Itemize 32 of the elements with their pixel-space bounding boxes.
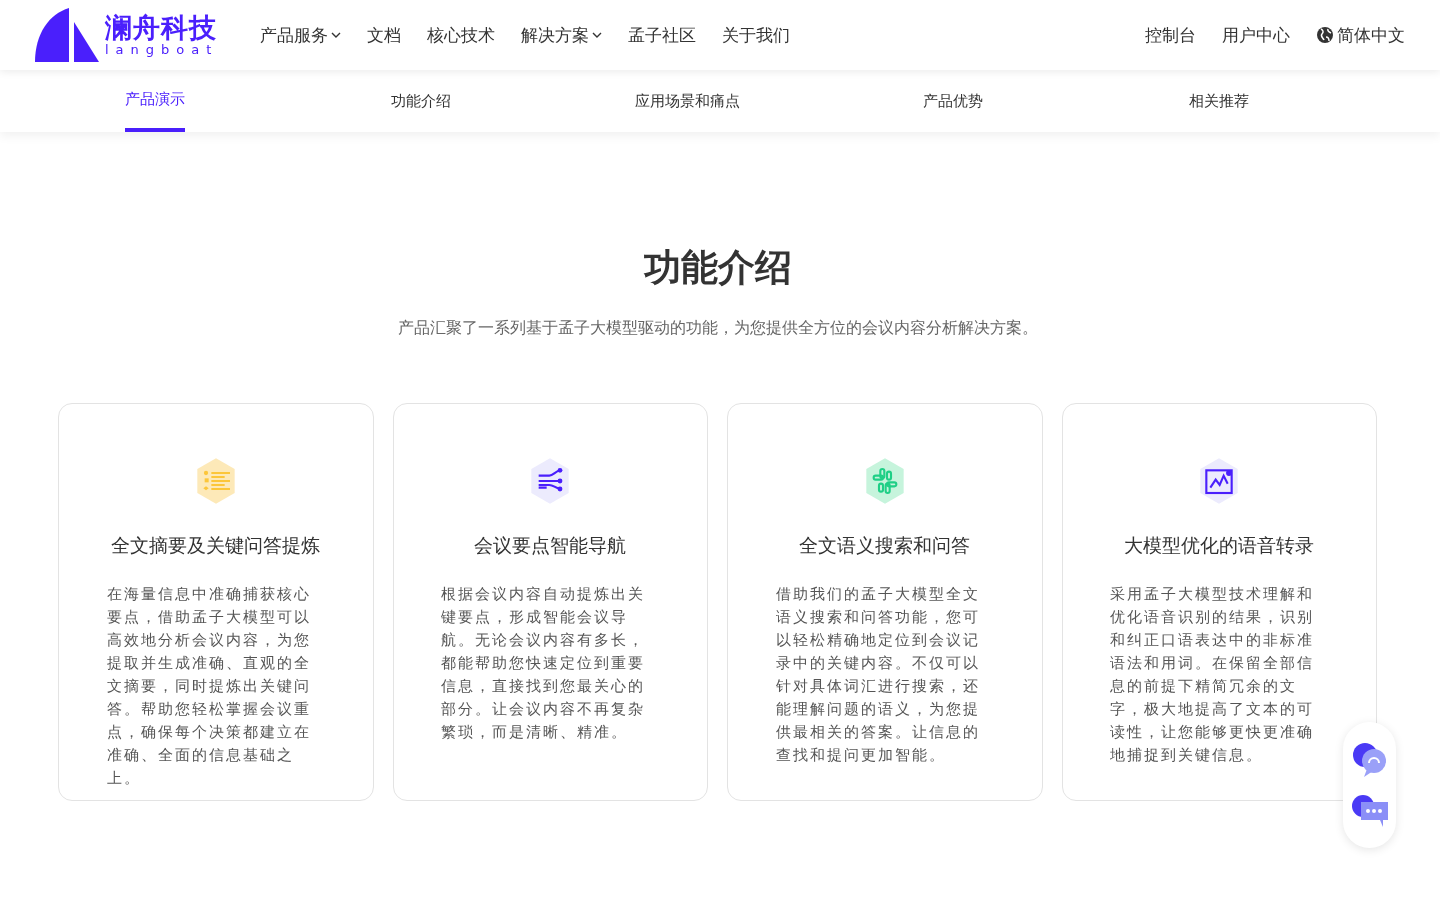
card-title: 全文语义搜索和问答: [799, 533, 971, 558]
header-link[interactable]: 控制台: [1145, 23, 1196, 47]
section-tab[interactable]: 产品优势: [923, 70, 983, 132]
section-tab[interactable]: 产品演示: [125, 70, 185, 132]
nav-link[interactable]: 关于我们: [722, 23, 791, 47]
nav-link[interactable]: 产品服务: [260, 23, 342, 47]
card-description: 借助我们的孟子大模型全文语义搜索和问答功能，您可以轻松精确地定位到会议记录中的关键内容。不仅可以针对具体词汇进行搜索，还能理解问题的语义，为您提供最相关的答案。让信息的查找和提问更加智能。: [775, 585, 981, 765]
nav-link[interactable]: 解决方案: [521, 23, 603, 47]
section-title: 功能介绍: [642, 245, 793, 291]
nav-link[interactable]: 孟子社区: [628, 23, 697, 47]
card-description: 采用孟子大模型技术理解和优化语音识别的结果，识别和纠正口语表达中的非标准语法和用词。在保留全部信息的前提下精简冗余的文字，极大地提高了文本的可读性，让您能够更快更准确地捕捉到关键信息。: [1110, 585, 1316, 765]
language-link[interactable]: 简体中文: [1316, 23, 1405, 47]
chevron-down-icon: [331, 32, 342, 38]
card-description: 根据会议内容自动提炼出关键要点，形成智能会议导航。无论会议内容有多长，都能帮助您快速定位到重要信息，直接找到您最关心的部分。让会议内容不再复杂繁琐，而是清晰、精准。: [441, 585, 647, 742]
message-icon[interactable]: [1350, 794, 1389, 828]
logo-subtitle: langboat: [105, 43, 219, 57]
logo-name: 澜舟科技: [105, 13, 218, 43]
nav-link[interactable]: 文档: [367, 23, 402, 47]
section-tab[interactable]: 相关推荐: [1189, 70, 1249, 132]
card-description: 在海量信息中准确捕获核心要点，借助孟子大模型可以高效地分析会议内容，为您提取并生成准确、直观的全文摘要，同时提炼出关键问答。帮助您轻松掌握会议重点，确保每个决策都建立在准确、全面的信息基础之上。: [106, 585, 312, 788]
section-tab[interactable]: 应用场景和痛点: [634, 70, 740, 132]
card-title: 大模型优化的语音转录: [1124, 533, 1315, 558]
support-chat-icon[interactable]: [1350, 742, 1389, 778]
section-subtitle: 产品汇聚了一系列基于孟子大模型驱动的功能，为您提供全方位的会议内容分析解决方案。: [396, 318, 1039, 339]
nav-link[interactable]: 核心技术: [427, 23, 496, 47]
header-link[interactable]: 用户中心: [1222, 23, 1290, 47]
card-title: 全文摘要及关键问答提炼: [111, 533, 321, 558]
globe-icon: [1316, 26, 1334, 44]
sail-logo-icon: [35, 8, 99, 62]
section-tab[interactable]: 功能介绍: [391, 70, 451, 132]
card-title: 会议要点智能导航: [474, 533, 627, 558]
chevron-down-icon: [592, 32, 603, 38]
